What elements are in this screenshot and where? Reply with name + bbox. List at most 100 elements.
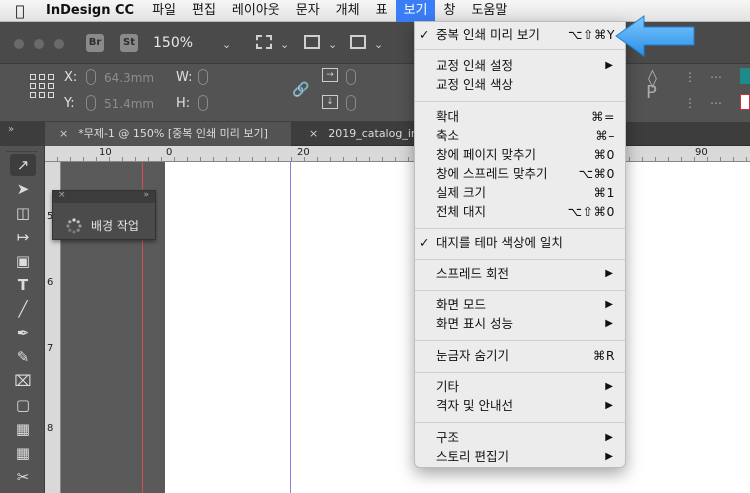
menu-item-label: 교정 인쇄 색상 xyxy=(436,77,513,92)
zoom-level[interactable]: 150% xyxy=(153,35,193,51)
chevron-down-icon[interactable]: ⌄ xyxy=(328,38,337,51)
horizontal-ruler[interactable]: 10 0 20 70 90 xyxy=(45,146,750,162)
close-icon[interactable]: × xyxy=(309,127,318,140)
menu-separator xyxy=(415,101,625,102)
scale-x-icon[interactable]: → xyxy=(322,68,338,82)
direct-selection-tool-icon[interactable]: ➤ xyxy=(10,178,36,200)
gap-tool-icon[interactable]: ↦ xyxy=(10,226,36,248)
tab-untitled-1[interactable]: × *무제-1 @ 150% [중복 인쇄 미리 보기] xyxy=(45,122,291,146)
page-tool-icon[interactable]: ◫ xyxy=(10,202,36,224)
chevron-down-icon[interactable]: ⌄ xyxy=(374,38,383,51)
menu-edit[interactable]: 편집 xyxy=(184,0,224,22)
menu-item-rotate-spread[interactable]: 스프레드 회전 ▶ xyxy=(415,264,625,283)
menu-item-fit-page[interactable]: 창에 페이지 맞추기 ⌘0 xyxy=(415,145,625,164)
menu-item-overprint-preview[interactable]: ✓ 중복 인쇄 미리 보기 ⌥⇧⌘Y xyxy=(415,25,625,44)
screen-mode-icon[interactable] xyxy=(304,35,320,49)
menu-table[interactable]: 표 xyxy=(368,0,396,22)
menu-item-structure[interactable]: 구조 ▶ xyxy=(415,428,625,447)
menu-type[interactable]: 문자 xyxy=(288,0,328,22)
zoom-window-button[interactable] xyxy=(54,39,64,49)
fill-swatch[interactable] xyxy=(740,68,750,84)
stroke-swatch[interactable] xyxy=(740,94,750,110)
h-stepper[interactable] xyxy=(198,95,208,111)
menu-object[interactable]: 개체 xyxy=(328,0,368,22)
menu-item-shortcut: ⌘– xyxy=(595,128,615,143)
menu-item-zoom-out[interactable]: 축소 ⌘– xyxy=(415,126,625,145)
menu-item-fit-spread[interactable]: 창에 스프레드 맞추기 ⌥⌘0 xyxy=(415,164,625,183)
menu-view[interactable]: 보기 xyxy=(395,0,436,22)
menu-item-actual-size[interactable]: 실제 크기 ⌘1 xyxy=(415,183,625,202)
menu-layout[interactable]: 레이아웃 xyxy=(224,0,288,22)
menu-item-display-performance[interactable]: 화면 표시 성능 ▶ xyxy=(415,314,625,333)
constrain-proportions-icon[interactable]: 🔗 xyxy=(292,82,309,98)
reference-point-icon[interactable] xyxy=(30,74,54,98)
tab-catalog[interactable]: × 2019_catalog_ing xyxy=(295,122,415,146)
tools-grip[interactable] xyxy=(6,146,38,152)
close-window-button[interactable] xyxy=(14,39,24,49)
panel-header[interactable]: × » xyxy=(53,190,155,203)
line-tool-icon[interactable]: ╱ xyxy=(10,298,36,320)
rectangle-frame-tool-icon[interactable]: ⌧ xyxy=(10,370,36,392)
menu-help[interactable]: 도움말 xyxy=(463,0,515,22)
menu-item-proof-colors[interactable]: 교정 인쇄 색상 xyxy=(415,75,625,94)
chevron-down-icon[interactable]: ⌄ xyxy=(222,38,231,51)
callout-arrow-icon xyxy=(615,15,695,57)
menu-file[interactable]: 파일 xyxy=(144,0,184,22)
scale-y-icon[interactable]: ↓ xyxy=(322,95,338,109)
background-tasks-panel: × » 배경 작업 xyxy=(52,190,156,240)
stock-button[interactable]: St xyxy=(120,34,138,52)
arrange-documents-icon[interactable] xyxy=(350,35,366,49)
pencil-tool-icon[interactable]: ✎ xyxy=(10,346,36,368)
panel-collapse-toggle[interactable]: » xyxy=(0,122,45,146)
menu-item-proof-setup[interactable]: 교정 인쇄 설정 ▶ xyxy=(415,56,625,75)
w-stepper[interactable] xyxy=(198,69,208,85)
menu-item-label: 중복 인쇄 미리 보기 xyxy=(436,27,540,42)
menu-item-hide-rulers[interactable]: 눈금자 숨기기 ⌘R xyxy=(415,346,625,365)
close-icon[interactable]: × xyxy=(59,127,68,140)
expand-icon[interactable]: » xyxy=(143,190,149,200)
submenu-arrow-icon: ▶ xyxy=(605,299,613,310)
y-field[interactable]: 51.4mm xyxy=(104,97,154,111)
align-icon[interactable]: ⋮ xyxy=(684,70,696,84)
align-vertical-icon[interactable]: ⋮ xyxy=(684,96,696,110)
menu-item-zoom-in[interactable]: 확대 ⌘= xyxy=(415,107,625,126)
view-options-icon[interactable] xyxy=(256,35,272,49)
distribute-vertical-icon[interactable]: ⋯ xyxy=(710,96,722,110)
app-name[interactable]: InDesign CC xyxy=(40,3,144,18)
type-tool-icon[interactable]: T xyxy=(10,274,36,296)
menu-item-match-pasteboard-theme[interactable]: ✓ 대지를 테마 색상에 일치 xyxy=(415,233,625,252)
apple-icon[interactable]:  xyxy=(0,2,40,20)
tab-label: 2019_catalog_ing xyxy=(328,127,415,140)
ruler-tick-label: 90 xyxy=(695,147,708,158)
paragraph-icon[interactable]: P xyxy=(646,82,657,103)
tools-panel: ↗ ➤ ◫ ↦ ▣ T ╱ ✒ ✎ ⌧ ▢ ▦ ▦ ✂ xyxy=(0,146,45,493)
y-stepper[interactable] xyxy=(86,95,96,111)
menu-separator xyxy=(415,290,625,291)
menu-window[interactable]: 창 xyxy=(435,0,463,22)
menu-item-extras[interactable]: 기타 ▶ xyxy=(415,377,625,396)
menu-item-story-editor[interactable]: 스토리 편집기 ▶ xyxy=(415,447,625,466)
menu-item-entire-pasteboard[interactable]: 전체 대지 ⌥⇧⌘0 xyxy=(415,202,625,221)
table-tool-icon[interactable]: ▦ xyxy=(10,418,36,440)
grid-tool-icon[interactable]: ▦ xyxy=(10,442,36,464)
tab-label: *무제-1 @ 150% [중복 인쇄 미리 보기] xyxy=(78,127,268,140)
content-collector-icon[interactable]: ▣ xyxy=(10,250,36,272)
menu-item-screen-mode[interactable]: 화면 모드 ▶ xyxy=(415,295,625,314)
selection-tool-icon[interactable]: ↗ xyxy=(10,154,36,176)
scale-y-stepper[interactable] xyxy=(346,95,356,111)
x-field[interactable]: 64.3mm xyxy=(104,71,154,85)
distribute-icon[interactable]: ⋯ xyxy=(710,70,722,84)
menu-item-label: 화면 모드 xyxy=(436,297,486,312)
chevron-down-icon[interactable]: ⌄ xyxy=(280,38,289,51)
minimize-window-button[interactable] xyxy=(34,39,44,49)
x-stepper[interactable] xyxy=(86,69,96,85)
scale-x-stepper[interactable] xyxy=(346,69,356,85)
scissors-tool-icon[interactable]: ✂ xyxy=(10,466,36,488)
pen-tool-icon[interactable]: ✒ xyxy=(10,322,36,344)
submenu-arrow-icon: ▶ xyxy=(605,60,613,71)
menu-item-label: 창에 페이지 맞추기 xyxy=(436,147,536,162)
close-icon[interactable]: × xyxy=(58,190,66,200)
bridge-button[interactable]: Br xyxy=(86,34,104,52)
menu-item-grids-guides[interactable]: 격자 및 안내선 ▶ xyxy=(415,396,625,415)
rectangle-tool-icon[interactable]: ▢ xyxy=(10,394,36,416)
